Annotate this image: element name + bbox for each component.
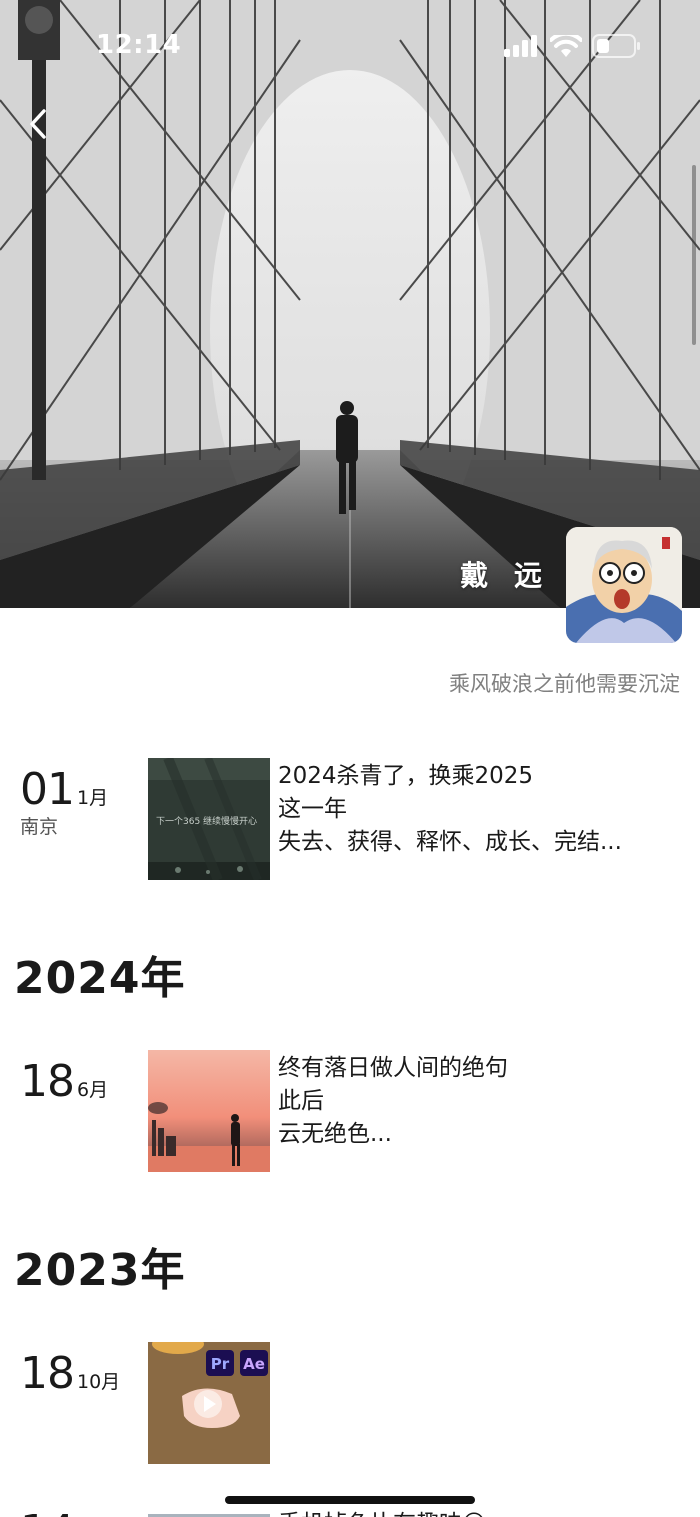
year-header: 2023年	[14, 1245, 186, 1296]
thumbnail-image: 下一个365 继续慢慢开心	[148, 758, 270, 880]
back-button[interactable]	[20, 104, 56, 144]
post-text-line: 2024杀青了，换乘2025	[278, 763, 534, 789]
home-indicator[interactable]	[225, 1496, 475, 1504]
post-thumbnail[interactable]: Pr Ae	[148, 1342, 270, 1464]
post-thumbnail[interactable]	[148, 1510, 270, 1517]
post-day: 01	[20, 764, 75, 815]
year-header: 2024年	[14, 953, 186, 1004]
post-text-line: 此后	[278, 1088, 324, 1114]
post-date: 18 6月	[20, 1056, 108, 1107]
post-month: 1月	[77, 787, 109, 809]
chevron-left-icon	[30, 109, 46, 139]
thumbnail-caption: 下一个365 继续慢慢开心	[156, 815, 257, 827]
post-day: 14	[20, 1506, 75, 1517]
post-text-line: 失去、获得、释怀、成长、完结...	[278, 829, 622, 855]
post-date: 14	[20, 1506, 75, 1517]
post-text-line: 终有落日做人间的绝句	[278, 1055, 508, 1081]
post-text-line: 手机掉色片有趣味😊	[278, 1508, 688, 1517]
thumbnail-image	[148, 1050, 270, 1172]
status-icons	[504, 34, 642, 58]
premiere-pro-badge: Pr	[211, 1355, 230, 1373]
video-thumbnail-image: Pr Ae	[148, 1342, 270, 1464]
post-thumbnail[interactable]	[148, 1050, 270, 1172]
post-text-line: 这一年	[278, 796, 347, 822]
status-bar: 12:14	[0, 0, 700, 96]
post-day: 18	[20, 1056, 75, 1107]
avatar-illustration	[566, 527, 682, 643]
post-text-line: 云无绝色...	[278, 1121, 392, 1147]
avatar[interactable]	[566, 527, 682, 643]
post-date: 01 1月	[20, 764, 108, 815]
post-text: 2024杀青了，换乘2025 这一年 失去、获得、释怀、成长、完结...	[278, 760, 688, 859]
wifi-icon	[550, 35, 582, 57]
scroll-indicator	[692, 165, 696, 345]
post-text: 手机掉色片有趣味😊	[278, 1508, 688, 1517]
signal-icon	[504, 35, 537, 57]
post-location: 南京	[20, 816, 59, 838]
battery-icon	[592, 34, 640, 58]
status-time: 12:14	[96, 30, 182, 60]
post-month: 10月	[77, 1371, 121, 1393]
post-date: 18 10月	[20, 1348, 120, 1399]
post-text: 终有落日做人间的绝句 此后 云无绝色...	[278, 1052, 688, 1151]
profile-signature: 乘风破浪之前他需要沉淀	[449, 672, 680, 696]
post-day: 18	[20, 1348, 75, 1399]
after-effects-badge: Ae	[243, 1355, 265, 1373]
post-thumbnail[interactable]: 下一个365 继续慢慢开心	[148, 758, 270, 880]
cover-photo: 12:14 戴 远	[0, 0, 700, 608]
post-month: 6月	[77, 1079, 109, 1101]
profile-name[interactable]: 戴 远	[460, 554, 550, 594]
